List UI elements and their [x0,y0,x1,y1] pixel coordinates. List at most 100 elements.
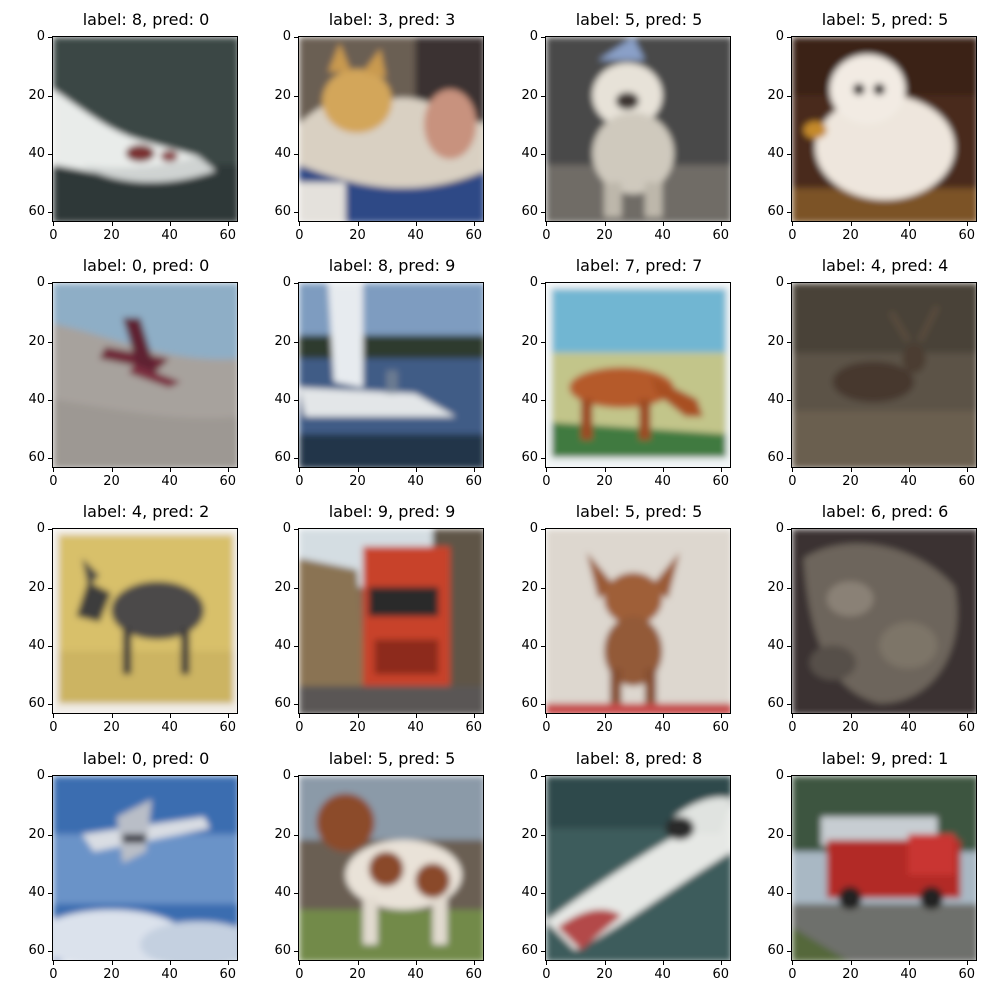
x-tick-label: 20 [596,228,613,243]
y-tick-label: 60 [767,203,784,219]
panel-title: label: 6, pred: 6 [821,502,949,521]
x-tick-label: 20 [349,228,366,243]
y-tick-label: 20 [28,87,45,103]
y-tick-label: 60 [274,203,291,219]
y-tick-label: 20 [274,826,291,842]
x-tick-label: 40 [161,720,178,735]
x-tick-label: 0 [542,228,551,243]
image-axes [791,282,977,468]
photo-boat-white [53,37,237,221]
x-tick-label: 0 [788,720,797,735]
y-tick-label: 60 [521,449,538,465]
x-tick-label: 20 [596,720,613,735]
x-tick-label: 0 [295,720,304,735]
y-tick-label: 0 [36,275,45,291]
y-tick-label: 40 [767,884,784,900]
x-tick-label: 60 [219,474,237,489]
x-tick-label: 0 [788,967,797,982]
x-tick-label: 40 [900,967,917,982]
x-tick-label: 20 [103,720,120,735]
y-tick-label: 40 [28,391,45,407]
photo-firetruck [792,776,976,960]
y-tick-label: 60 [767,942,784,958]
x-tick-label: 20 [596,967,613,982]
y-tick-label: 60 [521,942,538,958]
x-tick-label: 20 [103,228,120,243]
y-tick-label: 20 [274,87,291,103]
image-axes [298,36,484,222]
y-tick-label: 20 [767,826,784,842]
x-tick-label: 60 [958,720,976,735]
y-tick-label: 20 [274,333,291,349]
panel-title: label: 4, pred: 4 [821,256,949,275]
panel-title: label: 8, pred: 0 [82,10,210,29]
y-tick-label: 20 [274,579,291,595]
panel-title: label: 9, pred: 1 [821,749,949,768]
image-axes [791,528,977,714]
x-tick-label: 0 [542,474,551,489]
y-tick-label: 60 [767,695,784,711]
y-tick-label: 40 [521,391,538,407]
x-tick-label: 40 [407,720,424,735]
photo-sailboat [299,283,483,467]
x-tick-label: 20 [103,967,120,982]
photo-spaniel [299,776,483,960]
photo-horse [546,283,730,467]
x-tick-label: 60 [958,228,976,243]
x-tick-label: 60 [712,720,730,735]
image-axes [298,775,484,961]
photo-airplane-sky [53,776,237,960]
image-axes [545,282,731,468]
x-tick-label: 0 [295,228,304,243]
y-tick-label: 40 [767,145,784,161]
x-tick-label: 60 [465,967,483,982]
panel-title: label: 5, pred: 5 [575,502,703,521]
x-tick-label: 60 [958,967,976,982]
y-tick-label: 0 [775,275,784,291]
x-tick-label: 60 [465,720,483,735]
y-tick-label: 60 [28,942,45,958]
x-tick-label: 60 [465,474,483,489]
x-tick-label: 40 [654,967,671,982]
x-tick-label: 20 [349,474,366,489]
panel-title: label: 4, pred: 2 [82,502,210,521]
image-axes [52,775,238,961]
x-tick-label: 20 [596,474,613,489]
panel-title: label: 9, pred: 9 [328,502,456,521]
image-axes [52,282,238,468]
y-tick-label: 60 [28,203,45,219]
y-tick-label: 0 [775,768,784,784]
y-tick-label: 20 [28,579,45,595]
y-tick-label: 0 [36,521,45,537]
x-tick-label: 0 [788,474,797,489]
y-tick-label: 20 [521,333,538,349]
y-tick-label: 20 [767,333,784,349]
y-tick-label: 60 [274,942,291,958]
image-axes [545,36,731,222]
y-tick-label: 60 [28,695,45,711]
y-tick-label: 40 [521,145,538,161]
panel-title: label: 3, pred: 3 [328,10,456,29]
photo-truck-orange [299,529,483,713]
x-tick-label: 0 [49,967,58,982]
y-tick-label: 40 [521,884,538,900]
x-tick-label: 40 [161,474,178,489]
x-tick-label: 40 [161,967,178,982]
photo-deer-dark [792,283,976,467]
image-axes [298,528,484,714]
x-tick-label: 20 [349,967,366,982]
y-tick-label: 0 [282,521,291,537]
y-tick-label: 60 [274,449,291,465]
x-tick-label: 40 [900,474,917,489]
y-tick-label: 0 [36,29,45,45]
y-tick-label: 20 [521,826,538,842]
x-tick-label: 20 [103,474,120,489]
y-tick-label: 40 [28,637,45,653]
y-tick-label: 20 [28,826,45,842]
y-tick-label: 60 [767,449,784,465]
y-tick-label: 0 [529,29,538,45]
panel-title: label: 5, pred: 5 [575,10,703,29]
panel-title: label: 0, pred: 0 [82,256,210,275]
y-tick-label: 0 [529,768,538,784]
image-grid-figure: label: 8, pred: 0 0 20 40 60 0 20 40 60 label: 3… [0,0,1000,1000]
